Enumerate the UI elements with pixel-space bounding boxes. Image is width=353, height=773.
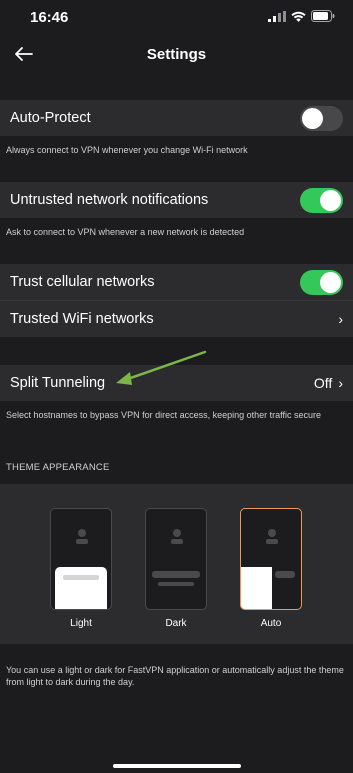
avatar-head (268, 529, 276, 537)
untrusted-notifications-toggle[interactable] (300, 187, 343, 213)
auto-protect-caption: Always connect to VPN whenever you chang… (6, 145, 248, 155)
avatar-body (76, 539, 88, 544)
signal-icon (268, 10, 286, 22)
theme-panel: Light Dark Auto (0, 484, 353, 644)
status-icons (268, 10, 335, 22)
avatar-head (78, 529, 86, 537)
theme-option-dark-label: Dark (165, 618, 187, 629)
preview-bar (152, 571, 200, 578)
toggle-knob (302, 107, 323, 129)
status-bar: 16:46 (0, 0, 353, 34)
trusted-wifi-row[interactable]: Trusted WiFi networks › (0, 301, 353, 337)
preview-bar (158, 582, 194, 586)
theme-footnote: You can use a light or dark for FastVPN … (6, 665, 344, 687)
annotation-arrow (116, 350, 207, 385)
auto-protect-row: Auto-Protect (0, 100, 353, 136)
avatar-body (171, 539, 183, 544)
auto-preview-light-half (241, 567, 272, 609)
chevron-right-icon: › (338, 311, 343, 327)
trust-cellular-row: Trust cellular networks (0, 264, 353, 300)
status-time: 16:46 (30, 9, 69, 26)
split-tunneling-caption: Select hostnames to bypass VPN for direc… (6, 410, 321, 420)
chevron-right-icon: › (338, 375, 343, 391)
theme-option-light[interactable] (50, 508, 112, 610)
preview-bar (63, 575, 99, 580)
theme-option-light-label: Light (70, 618, 92, 629)
preview-bar (275, 571, 295, 578)
trusted-wifi-label: Trusted WiFi networks (10, 311, 154, 327)
wifi-icon (291, 11, 306, 22)
auto-protect-label: Auto-Protect (10, 110, 91, 126)
toggle-knob (320, 189, 341, 211)
trust-cellular-label: Trust cellular networks (10, 274, 155, 290)
home-indicator (113, 764, 241, 768)
theme-option-auto[interactable] (240, 508, 302, 610)
trust-cellular-toggle[interactable] (300, 269, 343, 295)
untrusted-notifications-row: Untrusted network notifications (0, 182, 353, 218)
theme-option-dark[interactable] (145, 508, 207, 610)
untrusted-notifications-caption: Ask to connect to VPN whenever a new net… (6, 227, 245, 237)
light-preview-panel (55, 567, 107, 609)
nav-bar: Settings (0, 34, 353, 76)
auto-protect-toggle[interactable] (300, 105, 343, 131)
page-title: Settings (146, 46, 207, 63)
split-tunneling-value: Off (313, 375, 333, 391)
avatar-body (266, 539, 278, 544)
theme-option-auto-label: Auto (260, 618, 282, 629)
toggle-knob (320, 271, 341, 293)
untrusted-notifications-label: Untrusted network notifications (10, 192, 209, 208)
theme-section-header: THEME APPEARANCE (6, 462, 110, 473)
avatar-head (173, 529, 181, 537)
battery-icon (311, 10, 335, 22)
